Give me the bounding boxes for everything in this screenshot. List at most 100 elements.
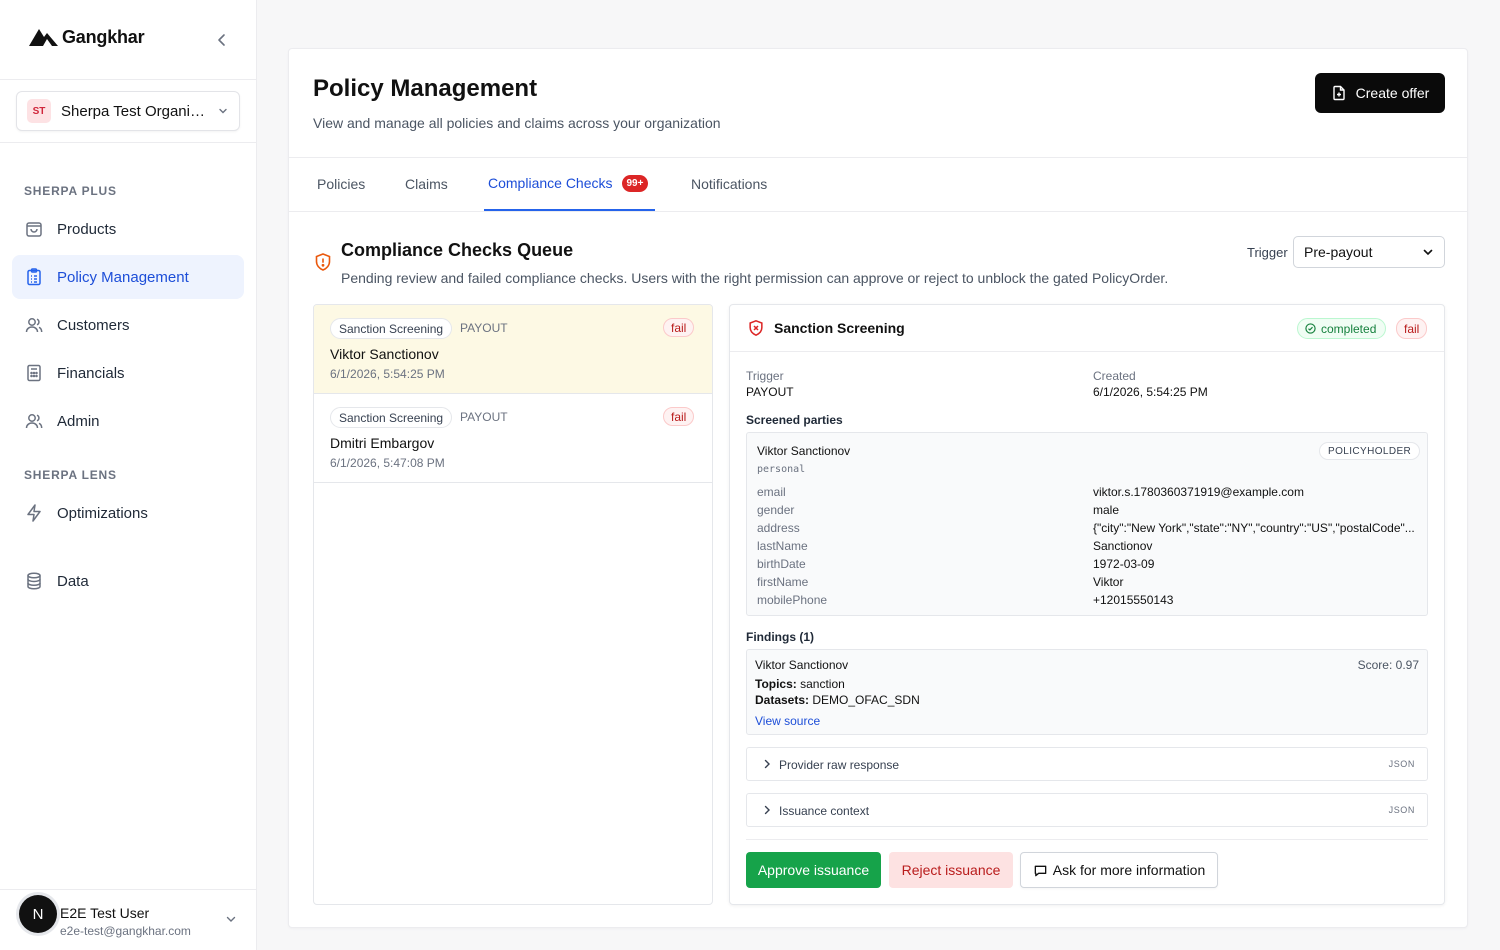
issuance-context-toggle[interactable]: Issuance context JSON — [746, 793, 1428, 827]
trigger-label: Trigger — [746, 369, 784, 383]
section-sherpa-lens: SHERPA LENS — [24, 468, 117, 482]
sidebar-item-admin[interactable]: Admin — [12, 399, 244, 443]
check-type-chip: Sanction Screening — [330, 407, 453, 428]
queue-subtitle: Pending review and failed compliance che… — [341, 270, 1169, 286]
check-circle-icon — [1305, 323, 1316, 334]
divider — [0, 142, 256, 143]
created-value: 6/1/2026, 5:54:25 PM — [1093, 385, 1208, 399]
sidebar-item-label: Customers — [57, 316, 130, 334]
user-name: E2E Test User — [60, 905, 150, 921]
check-detail: Sanction Screening completed fail Trigge… — [729, 304, 1445, 905]
sidebar-item-financials[interactable]: Financials — [12, 351, 244, 395]
finding-score: Score: 0.97 — [1357, 658, 1419, 672]
list-item[interactable]: Sanction Screening PAYOUT fail Dmitri Em… — [314, 394, 712, 483]
file-plus-icon — [1332, 85, 1345, 101]
user-email: e2e-test@gangkhar.com — [60, 924, 191, 938]
org-name: Sherpa Test Organization — [61, 102, 207, 120]
users-icon — [25, 414, 43, 429]
finding-datasets: Datasets: DEMO_OFAC_SDN — [755, 693, 920, 707]
avatar: N — [19, 895, 57, 933]
org-badge: ST — [27, 99, 51, 123]
party-name: Viktor Sanctionov — [330, 346, 439, 362]
check-type-chip: Sanction Screening — [330, 318, 453, 339]
user-menu[interactable]: N E2E Test User e2e-test@gangkhar.com — [0, 889, 256, 950]
collapse-sidebar-button[interactable] — [211, 29, 233, 51]
chevron-down-icon — [1423, 249, 1433, 256]
create-offer-button[interactable]: Create offer — [1315, 73, 1445, 113]
attribute-value: male — [1093, 503, 1120, 517]
finding-topics: Topics: sanction — [755, 677, 845, 691]
page-title: Policy Management — [313, 75, 538, 102]
sidebar-item-optimizations[interactable]: Optimizations — [12, 491, 244, 535]
detail-title: Sanction Screening — [774, 320, 905, 336]
reject-issuance-button[interactable]: Reject issuance — [889, 852, 1013, 888]
sidebar-item-products[interactable]: Products — [12, 207, 244, 251]
detail-header: Sanction Screening completed fail — [730, 305, 1444, 352]
provider-raw-response-toggle[interactable]: Provider raw response JSON — [746, 747, 1428, 781]
format-tag: JSON — [1388, 759, 1415, 769]
datasets-label: Datasets: — [755, 693, 810, 707]
created-label: Created — [1093, 369, 1136, 383]
tab-label: Notifications — [691, 176, 768, 192]
ask-label: Ask for more information — [1052, 862, 1206, 878]
brand[interactable]: Gangkhar — [28, 26, 145, 48]
role-badge: POLICYHOLDER — [1319, 442, 1421, 460]
screened-parties-label: Screened parties — [746, 413, 843, 427]
tab-label: Claims — [405, 176, 448, 192]
attribute-value: Sanctionov — [1093, 539, 1153, 553]
attribute-value: 1972-03-09 — [1093, 557, 1155, 571]
tab-label: Compliance Checks — [488, 175, 613, 191]
party-type: personal — [757, 464, 806, 475]
divider — [0, 79, 256, 80]
divider — [289, 157, 1467, 158]
chevron-left-icon — [218, 34, 225, 46]
section-sherpa-plus: SHERPA PLUS — [24, 184, 117, 198]
tab-notifications[interactable]: Notifications — [687, 157, 771, 211]
attribute-key: mobilePhone — [757, 593, 828, 607]
sidebar: Gangkhar ST Sherpa Test Organization SHE… — [0, 0, 257, 950]
party-card: Viktor Sanctionov personal POLICYHOLDER … — [746, 432, 1428, 616]
check-date: 6/1/2026, 5:47:08 PM — [330, 456, 445, 470]
check-date: 6/1/2026, 5:54:25 PM — [330, 367, 445, 381]
topics-label: Topics: — [755, 677, 797, 691]
clipboard-list-icon — [27, 268, 41, 286]
sidebar-item-label: Policy Management — [57, 268, 189, 286]
attribute-key: lastName — [757, 539, 808, 553]
users-icon — [25, 318, 43, 333]
count-badge: 99+ — [621, 174, 649, 192]
approve-issuance-button[interactable]: Approve issuance — [746, 852, 881, 888]
sidebar-item-data[interactable]: Data — [12, 559, 244, 603]
list-item[interactable]: Sanction Screening PAYOUT fail Viktor Sa… — [314, 305, 712, 394]
ask-more-info-button[interactable]: Ask for more information — [1020, 852, 1218, 888]
trigger-filter-label: Trigger — [1247, 245, 1288, 260]
divider — [289, 211, 1467, 212]
divider — [746, 839, 1428, 840]
trigger-filter-select[interactable]: Pre-payout — [1293, 236, 1445, 268]
org-selector[interactable]: ST Sherpa Test Organization — [16, 91, 240, 131]
sidebar-item-label: Data — [57, 572, 89, 590]
view-source-link[interactable]: View source — [755, 714, 820, 728]
attribute-key: gender — [757, 503, 795, 517]
tab-compliance-checks[interactable]: Compliance Checks 99+ — [484, 157, 655, 211]
app-name: Gangkhar — [62, 26, 145, 47]
main-card: Policy Management View and manage all po… — [288, 48, 1468, 928]
attribute-value: {"city":"New York","state":"NY","country… — [1093, 521, 1415, 535]
trigger-filter-value: Pre-payout — [1304, 244, 1373, 260]
sidebar-item-policy-management[interactable]: Policy Management — [12, 255, 244, 299]
tab-claims[interactable]: Claims — [401, 157, 452, 211]
database-icon — [27, 572, 41, 590]
sidebar-item-label: Admin — [57, 412, 100, 430]
finding-name: Viktor Sanctionov — [755, 658, 849, 672]
chevron-down-icon[interactable] — [224, 912, 238, 926]
attribute-key: birthDate — [757, 557, 806, 571]
check-trigger: PAYOUT — [460, 410, 508, 424]
tab-policies[interactable]: Policies — [313, 157, 369, 211]
sidebar-item-label: Products — [57, 220, 117, 238]
shopping-bag-icon — [26, 222, 42, 237]
collapsible-label: Issuance context — [779, 804, 870, 818]
create-offer-label: Create offer — [1355, 85, 1430, 101]
chevron-right-icon — [764, 805, 770, 815]
tab-label: Policies — [317, 176, 366, 192]
attribute-key: address — [757, 521, 800, 535]
sidebar-item-customers[interactable]: Customers — [12, 303, 244, 347]
